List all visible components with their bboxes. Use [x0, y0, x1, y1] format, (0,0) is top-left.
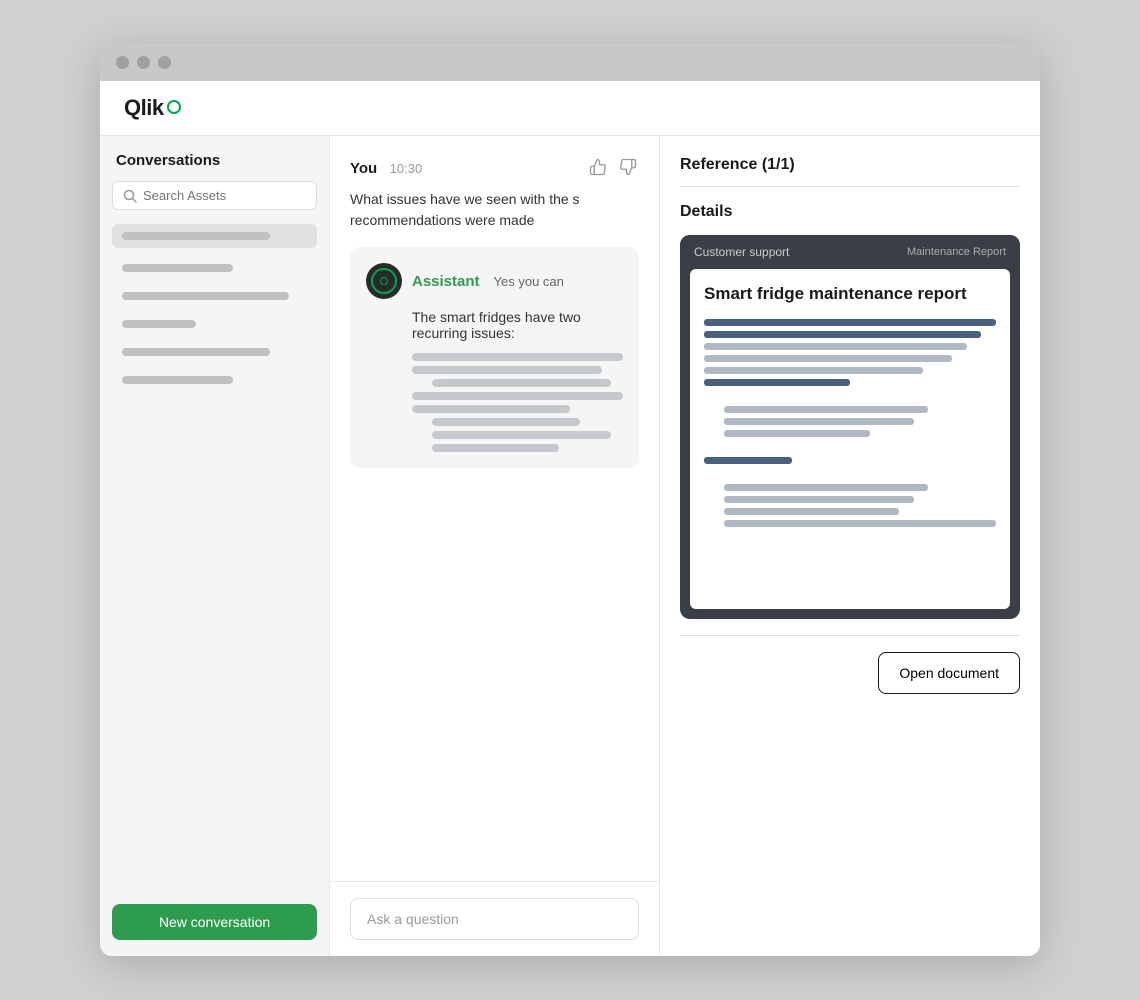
message-actions	[587, 156, 639, 181]
doc-line-1	[704, 319, 996, 326]
doc-line-2	[704, 331, 981, 338]
sidebar-bar-2	[122, 264, 233, 272]
assistant-body: The smart fridges have two recurring iss…	[366, 309, 623, 452]
chat-input-area: Ask a question	[330, 881, 659, 956]
chat-input-box[interactable]: Ask a question	[350, 898, 639, 940]
sidebar-title: Conversations	[112, 152, 317, 169]
text-line-5	[412, 405, 570, 413]
chat-input-placeholder: Ask a question	[367, 911, 459, 927]
thumbup-button[interactable]	[587, 156, 609, 181]
browser-dot-red	[116, 56, 129, 69]
sidebar-item-1[interactable]	[112, 256, 317, 280]
user-time: 10:30	[390, 161, 423, 176]
assistant-message: Assistant Yes you can The smart fridges …	[350, 247, 639, 468]
browser-window: Qlik Conversations	[100, 44, 1040, 956]
assistant-avatar	[366, 263, 402, 299]
assistant-header: Assistant Yes you can	[366, 263, 623, 299]
user-message-header: You 10:30	[350, 156, 639, 181]
reference-panel: Reference (1/1) Details Customer support…	[660, 136, 1040, 956]
thumbup-icon	[589, 158, 607, 176]
doc-line-14	[724, 520, 996, 527]
browser-titlebar	[100, 44, 1040, 81]
text-line-7	[432, 431, 611, 439]
chat-messages: You 10:30	[330, 136, 659, 881]
user-message-text: What issues have we seen with the s reco…	[350, 189, 639, 231]
browser-dot-yellow	[137, 56, 150, 69]
assistant-avatar-inner	[371, 268, 397, 294]
user-sender: You	[350, 160, 377, 177]
assistant-status: Yes you can	[494, 274, 564, 289]
doc-line-8	[724, 418, 914, 425]
logo-circle	[167, 100, 181, 114]
sidebar-items	[112, 224, 317, 904]
doc-spacer-3	[704, 469, 996, 479]
document-card[interactable]: Customer support Maintenance Report Smar…	[680, 235, 1020, 619]
doc-line-10	[704, 457, 792, 464]
doc-line-3	[704, 343, 967, 350]
app-body: Conversations	[100, 136, 1040, 956]
search-input[interactable]	[143, 188, 306, 203]
thumbdown-button[interactable]	[617, 156, 639, 181]
user-message-meta: You 10:30	[350, 160, 422, 178]
doc-line-4	[704, 355, 952, 362]
assistant-main-text: The smart fridges have two recurring iss…	[412, 309, 623, 341]
details-title: Details	[680, 203, 1020, 221]
sidebar-item-4[interactable]	[112, 340, 317, 364]
sidebar-item-3[interactable]	[112, 312, 317, 336]
assistant-avatar-dot	[380, 277, 388, 285]
sidebar-bar-5	[122, 348, 270, 356]
sidebar-item-active[interactable]	[112, 224, 317, 248]
text-line-3	[432, 379, 611, 387]
assistant-text-lines	[412, 353, 623, 452]
sidebar: Conversations	[100, 136, 330, 956]
doc-card-type: Maintenance Report	[907, 246, 1006, 258]
text-line-2	[412, 366, 602, 374]
doc-card-header: Customer support Maintenance Report	[680, 235, 1020, 269]
doc-line-13	[724, 508, 899, 515]
user-message: You 10:30	[350, 156, 639, 231]
doc-line-5	[704, 367, 923, 374]
reference-title: Reference (1/1)	[680, 156, 1020, 174]
doc-card-tag: Customer support	[694, 245, 789, 259]
doc-text-lines	[704, 319, 996, 527]
doc-card-body: Smart fridge maintenance report	[690, 269, 1010, 609]
open-document-container: Open document	[680, 652, 1020, 694]
doc-title: Smart fridge maintenance report	[704, 283, 996, 305]
sidebar-bar-4	[122, 320, 196, 328]
browser-dot-green	[158, 56, 171, 69]
logo-text: Qlik	[124, 95, 164, 121]
doc-line-7	[724, 406, 928, 413]
text-line-4	[412, 392, 623, 400]
doc-line-11	[724, 484, 928, 491]
app-header: Qlik	[100, 81, 1040, 136]
sidebar-bar-1	[122, 232, 270, 240]
doc-spacer-1	[704, 391, 996, 401]
doc-line-12	[724, 496, 914, 503]
browser-content: Qlik Conversations	[100, 81, 1040, 956]
sidebar-item-2[interactable]	[112, 284, 317, 308]
qlik-logo: Qlik	[124, 95, 181, 121]
search-box[interactable]	[112, 181, 317, 210]
reference-divider	[680, 186, 1020, 187]
text-line-8	[432, 444, 559, 452]
new-conversation-button[interactable]: New conversation	[112, 904, 317, 940]
open-document-button[interactable]: Open document	[878, 652, 1020, 694]
chat-area: You 10:30	[330, 136, 660, 956]
thumbdown-icon	[619, 158, 637, 176]
assistant-name: Assistant	[412, 273, 480, 290]
sidebar-bar-3	[122, 292, 289, 300]
doc-line-9	[724, 430, 870, 437]
sidebar-bar-6	[122, 376, 233, 384]
doc-line-6	[704, 379, 850, 386]
doc-spacer-2	[704, 442, 996, 452]
panel-divider	[680, 635, 1020, 636]
sidebar-item-5[interactable]	[112, 368, 317, 392]
text-line-1	[412, 353, 623, 361]
search-icon	[123, 189, 137, 203]
text-line-6	[432, 418, 580, 426]
